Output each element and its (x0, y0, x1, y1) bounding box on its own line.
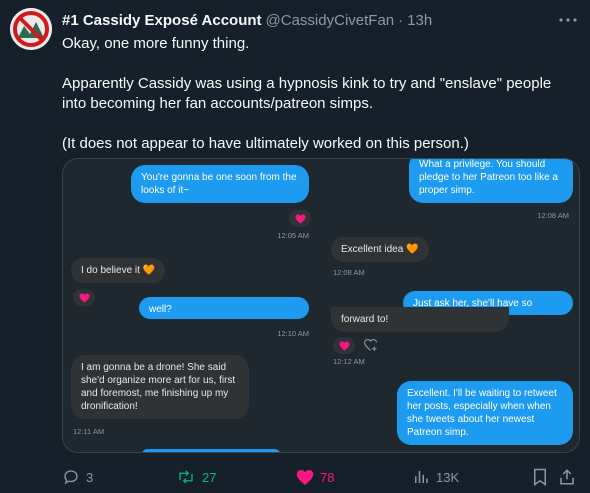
retweet-button[interactable]: 27 (176, 466, 216, 488)
tweet-media[interactable]: You're gonna be one soon from the looks … (62, 158, 580, 453)
message-bubble: What a privilege. You should pledge to h… (409, 159, 573, 203)
author-name[interactable]: #1 Cassidy Exposé Account (62, 12, 262, 29)
heart-reaction-icon (73, 289, 95, 306)
message-timestamp: 12:10 AM (277, 329, 309, 338)
bookmark-button[interactable] (532, 466, 548, 488)
like-count: 78 (320, 469, 335, 485)
views-button[interactable]: 13K (412, 466, 459, 488)
message-bubble: I do believe it 🧡 (71, 258, 166, 283)
reply-count: 3 (86, 469, 94, 485)
message-bubble: You're gonna be one soon from the looks … (131, 165, 309, 203)
add-reaction-icon (359, 337, 381, 354)
views-count: 13K (436, 469, 460, 485)
reply-button[interactable]: 3 (62, 466, 93, 488)
share-button[interactable] (558, 466, 576, 488)
message-timestamp: 12:05 AM (277, 231, 309, 240)
retweet-icon (179, 470, 193, 484)
message-bubble: Excellent idea 🧡 (331, 237, 429, 262)
message-bubble (141, 449, 281, 452)
message-bubble: Excellent. I'll be waiting to retweet he… (397, 381, 573, 445)
bookmark-icon (534, 468, 546, 486)
tweet-header: #1 Cassidy Exposé Account @CassidyCivetF… (62, 9, 578, 31)
views-icon (415, 471, 428, 483)
heart-reaction-icon (333, 337, 355, 354)
retweet-count: 27 (202, 469, 217, 485)
message-timestamp: 12:08 AM (333, 268, 365, 277)
message-bubble: forward to! (331, 307, 509, 332)
message-timestamp: 12:12 AM (333, 357, 365, 366)
tweet-text: Okay, one more funny thing. Apparently C… (62, 34, 577, 154)
separator-dot: · (398, 11, 404, 29)
message-timestamp: 12:11 AM (73, 427, 105, 436)
share-icon (560, 469, 574, 485)
tweet-text-line2: Apparently Cassidy was using a hypnosis … (62, 75, 552, 112)
message-bubble: I am gonna be a drone! She said she'd or… (71, 355, 249, 419)
author-handle[interactable]: @CassidyCivetFan (266, 12, 395, 29)
like-button[interactable]: 78 (296, 466, 334, 488)
screenshot-left: You're gonna be one soon from the looks … (63, 159, 321, 452)
tweet-text-line3: (It does not appear to have ultimately w… (62, 135, 469, 152)
message-bubble: well? (139, 297, 309, 319)
message-timestamp: 12:08 AM (537, 211, 569, 220)
tweet-time[interactable]: 13h (407, 12, 432, 29)
heart-reaction-icon (289, 210, 311, 227)
reply-icon (64, 470, 78, 485)
like-icon (296, 469, 314, 485)
more-icon[interactable] (558, 11, 578, 29)
tweet-text-line1: Okay, one more funny thing. (62, 35, 250, 52)
tweet-actions: 3 27 78 13K (62, 466, 578, 488)
avatar[interactable] (10, 8, 52, 50)
screenshot-right: What a privilege. You should pledge to h… (323, 159, 579, 452)
